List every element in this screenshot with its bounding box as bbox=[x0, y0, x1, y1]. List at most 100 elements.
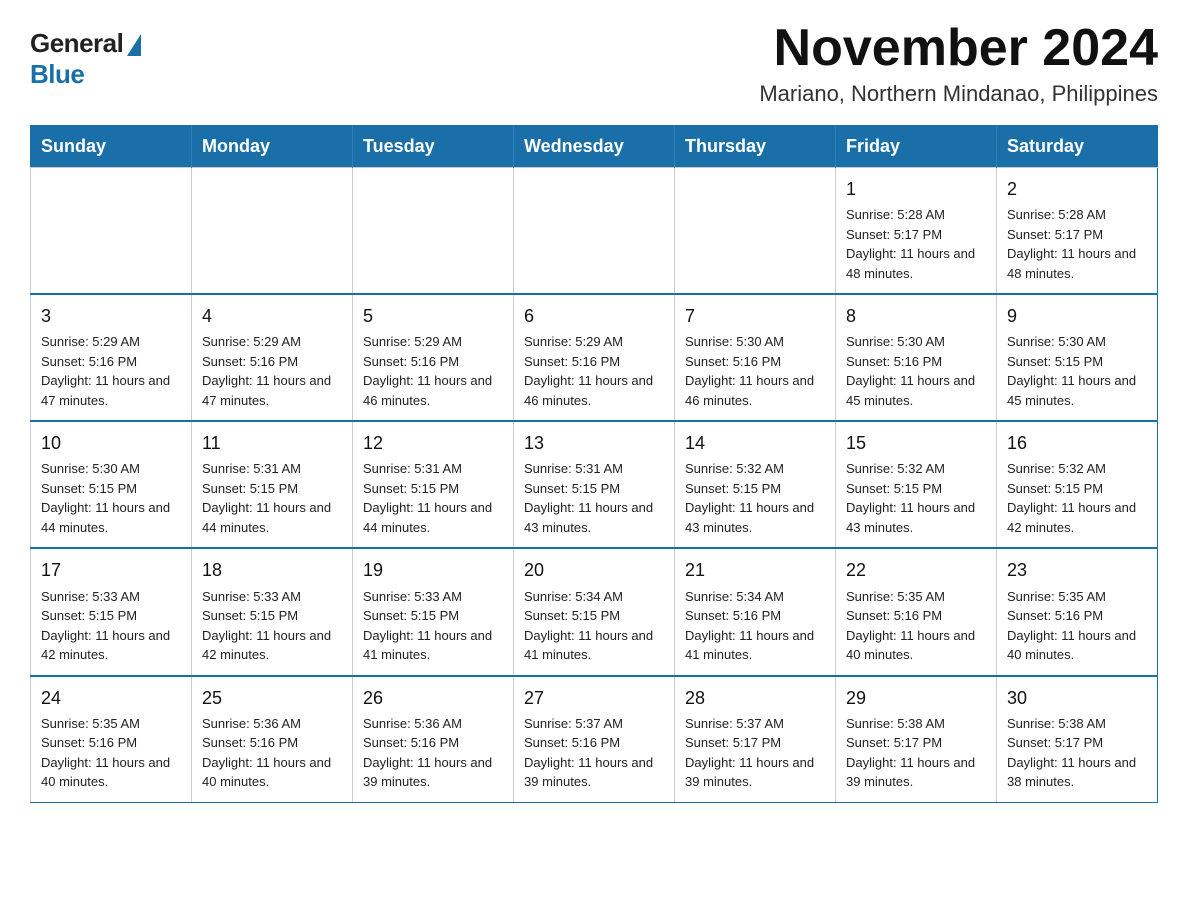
calendar-cell: 29 Sunrise: 5:38 AMSunset: 5:17 PMDayligh… bbox=[836, 676, 997, 803]
day-number: 8 bbox=[846, 303, 986, 329]
calendar-cell: 4 Sunrise: 5:29 AMSunset: 5:16 PMDaylight… bbox=[192, 294, 353, 421]
location-subtitle: Mariano, Northern Mindanao, Philippines bbox=[759, 81, 1158, 107]
header-wednesday: Wednesday bbox=[514, 126, 675, 168]
day-number: 16 bbox=[1007, 430, 1147, 456]
calendar-cell: 1 Sunrise: 5:28 AMSunset: 5:17 PMDaylight… bbox=[836, 168, 997, 295]
page-header: General Blue November 2024 Mariano, Nort… bbox=[30, 20, 1158, 107]
calendar-cell bbox=[31, 168, 192, 295]
day-number: 5 bbox=[363, 303, 503, 329]
day-number: 2 bbox=[1007, 176, 1147, 202]
calendar-cell: 7 Sunrise: 5:30 AMSunset: 5:16 PMDaylight… bbox=[675, 294, 836, 421]
day-number: 26 bbox=[363, 685, 503, 711]
calendar-cell: 14 Sunrise: 5:32 AMSunset: 5:15 PMDayligh… bbox=[675, 421, 836, 548]
calendar-body: 1 Sunrise: 5:28 AMSunset: 5:17 PMDaylight… bbox=[31, 168, 1158, 802]
day-number: 6 bbox=[524, 303, 664, 329]
calendar-cell: 24 Sunrise: 5:35 AMSunset: 5:16 PMDayligh… bbox=[31, 676, 192, 803]
logo-blue-text: Blue bbox=[30, 59, 84, 90]
calendar-cell: 25Sunrise: 5:36 AMSunset: 5:16 PMDayligh… bbox=[192, 676, 353, 803]
logo-general-text: General bbox=[30, 28, 123, 59]
calendar-cell bbox=[192, 168, 353, 295]
day-info: Sunrise: 5:29 AMSunset: 5:16 PMDaylight:… bbox=[202, 332, 342, 410]
day-number: 15 bbox=[846, 430, 986, 456]
day-info: Sunrise: 5:32 AMSunset: 5:15 PMDaylight:… bbox=[1007, 459, 1147, 537]
calendar-cell bbox=[514, 168, 675, 295]
calendar-week-row: 3 Sunrise: 5:29 AMSunset: 5:16 PMDaylight… bbox=[31, 294, 1158, 421]
calendar-cell: 6 Sunrise: 5:29 AMSunset: 5:16 PMDaylight… bbox=[514, 294, 675, 421]
day-number: 28 bbox=[685, 685, 825, 711]
calendar-cell: 20Sunrise: 5:34 AMSunset: 5:15 PMDayligh… bbox=[514, 548, 675, 675]
calendar-week-row: 1 Sunrise: 5:28 AMSunset: 5:17 PMDaylight… bbox=[31, 168, 1158, 295]
day-info: Sunrise: 5:28 AMSunset: 5:17 PMDaylight:… bbox=[1007, 205, 1147, 283]
day-info: Sunrise: 5:35 AMSunset: 5:16 PMDaylight:… bbox=[846, 587, 986, 665]
day-info: Sunrise: 5:29 AMSunset: 5:16 PMDaylight:… bbox=[41, 332, 181, 410]
day-info: Sunrise: 5:35 AMSunset: 5:16 PMDaylight:… bbox=[1007, 587, 1147, 665]
header-tuesday: Tuesday bbox=[353, 126, 514, 168]
day-number: 27 bbox=[524, 685, 664, 711]
day-number: 1 bbox=[846, 176, 986, 202]
day-number: 24 bbox=[41, 685, 181, 711]
calendar-cell: 15 Sunrise: 5:32 AMSunset: 5:15 PMDayligh… bbox=[836, 421, 997, 548]
calendar-week-row: 10 Sunrise: 5:30 AMSunset: 5:15 PMDayligh… bbox=[31, 421, 1158, 548]
header-monday: Monday bbox=[192, 126, 353, 168]
day-number: 14 bbox=[685, 430, 825, 456]
day-info: Sunrise: 5:37 AMSunset: 5:16 PMDaylight:… bbox=[524, 714, 664, 792]
calendar-cell bbox=[353, 168, 514, 295]
header-thursday: Thursday bbox=[675, 126, 836, 168]
day-info: Sunrise: 5:28 AMSunset: 5:17 PMDaylight:… bbox=[846, 205, 986, 283]
day-info: Sunrise: 5:31 AMSunset: 5:15 PMDaylight:… bbox=[202, 459, 342, 537]
day-number: 4 bbox=[202, 303, 342, 329]
day-info: Sunrise: 5:30 AMSunset: 5:16 PMDaylight:… bbox=[685, 332, 825, 410]
header-sunday: Sunday bbox=[31, 126, 192, 168]
calendar-cell: 30Sunrise: 5:38 AMSunset: 5:17 PMDayligh… bbox=[997, 676, 1158, 803]
day-info: Sunrise: 5:30 AMSunset: 5:15 PMDaylight:… bbox=[1007, 332, 1147, 410]
day-info: Sunrise: 5:38 AMSunset: 5:17 PMDaylight:… bbox=[846, 714, 986, 792]
day-info: Sunrise: 5:29 AMSunset: 5:16 PMDaylight:… bbox=[524, 332, 664, 410]
header-saturday: Saturday bbox=[997, 126, 1158, 168]
day-info: Sunrise: 5:32 AMSunset: 5:15 PMDaylight:… bbox=[685, 459, 825, 537]
calendar-cell: 27 Sunrise: 5:37 AMSunset: 5:16 PMDayligh… bbox=[514, 676, 675, 803]
calendar-cell: 8Sunrise: 5:30 AMSunset: 5:16 PMDaylight… bbox=[836, 294, 997, 421]
calendar-cell: 22Sunrise: 5:35 AMSunset: 5:16 PMDayligh… bbox=[836, 548, 997, 675]
calendar-cell: 3 Sunrise: 5:29 AMSunset: 5:16 PMDaylight… bbox=[31, 294, 192, 421]
day-number: 17 bbox=[41, 557, 181, 583]
calendar-cell: 26 Sunrise: 5:36 AMSunset: 5:16 PMDayligh… bbox=[353, 676, 514, 803]
day-number: 25 bbox=[202, 685, 342, 711]
title-block: November 2024 Mariano, Northern Mindanao… bbox=[759, 20, 1158, 107]
calendar-cell: 10 Sunrise: 5:30 AMSunset: 5:15 PMDayligh… bbox=[31, 421, 192, 548]
calendar-week-row: 17 Sunrise: 5:33 AMSunset: 5:15 PMDayligh… bbox=[31, 548, 1158, 675]
day-info: Sunrise: 5:34 AMSunset: 5:16 PMDaylight:… bbox=[685, 587, 825, 665]
day-number: 10 bbox=[41, 430, 181, 456]
day-info: Sunrise: 5:32 AMSunset: 5:15 PMDaylight:… bbox=[846, 459, 986, 537]
day-number: 3 bbox=[41, 303, 181, 329]
day-info: Sunrise: 5:37 AMSunset: 5:17 PMDaylight:… bbox=[685, 714, 825, 792]
day-number: 19 bbox=[363, 557, 503, 583]
calendar-cell: 12Sunrise: 5:31 AMSunset: 5:15 PMDayligh… bbox=[353, 421, 514, 548]
calendar-table: Sunday Monday Tuesday Wednesday Thursday… bbox=[30, 125, 1158, 802]
calendar-cell: 16 Sunrise: 5:32 AMSunset: 5:15 PMDayligh… bbox=[997, 421, 1158, 548]
month-year-title: November 2024 bbox=[759, 20, 1158, 77]
calendar-cell: 13 Sunrise: 5:31 AMSunset: 5:15 PMDayligh… bbox=[514, 421, 675, 548]
calendar-cell: 21 Sunrise: 5:34 AMSunset: 5:16 PMDayligh… bbox=[675, 548, 836, 675]
calendar-cell bbox=[675, 168, 836, 295]
header-friday: Friday bbox=[836, 126, 997, 168]
calendar-cell: 11 Sunrise: 5:31 AMSunset: 5:15 PMDayligh… bbox=[192, 421, 353, 548]
day-info: Sunrise: 5:30 AMSunset: 5:15 PMDaylight:… bbox=[41, 459, 181, 537]
day-info: Sunrise: 5:36 AMSunset: 5:16 PMDaylight:… bbox=[363, 714, 503, 792]
calendar-header: Sunday Monday Tuesday Wednesday Thursday… bbox=[31, 126, 1158, 168]
day-number: 29 bbox=[846, 685, 986, 711]
day-number: 23 bbox=[1007, 557, 1147, 583]
day-info: Sunrise: 5:38 AMSunset: 5:17 PMDaylight:… bbox=[1007, 714, 1147, 792]
day-number: 13 bbox=[524, 430, 664, 456]
day-number: 9 bbox=[1007, 303, 1147, 329]
day-info: Sunrise: 5:35 AMSunset: 5:16 PMDaylight:… bbox=[41, 714, 181, 792]
calendar-cell: 5Sunrise: 5:29 AMSunset: 5:16 PMDaylight… bbox=[353, 294, 514, 421]
day-number: 7 bbox=[685, 303, 825, 329]
calendar-cell: 19Sunrise: 5:33 AMSunset: 5:15 PMDayligh… bbox=[353, 548, 514, 675]
day-number: 11 bbox=[202, 430, 342, 456]
calendar-cell: 17Sunrise: 5:33 AMSunset: 5:15 PMDayligh… bbox=[31, 548, 192, 675]
day-info: Sunrise: 5:33 AMSunset: 5:15 PMDaylight:… bbox=[202, 587, 342, 665]
calendar-cell: 18 Sunrise: 5:33 AMSunset: 5:15 PMDayligh… bbox=[192, 548, 353, 675]
day-info: Sunrise: 5:31 AMSunset: 5:15 PMDaylight:… bbox=[524, 459, 664, 537]
day-number: 18 bbox=[202, 557, 342, 583]
day-number: 21 bbox=[685, 557, 825, 583]
